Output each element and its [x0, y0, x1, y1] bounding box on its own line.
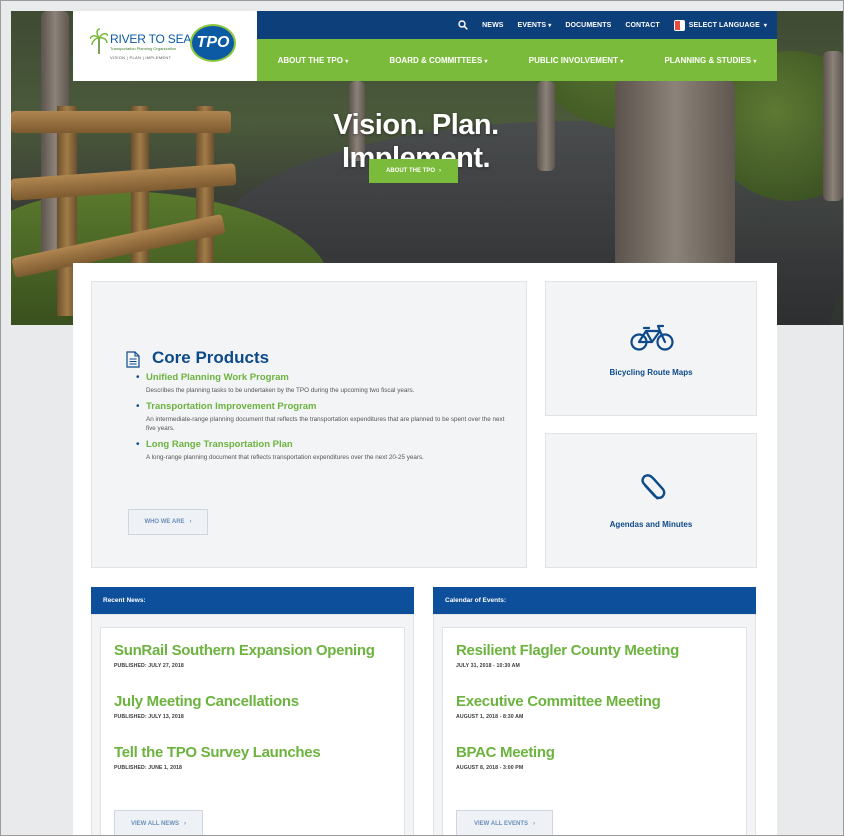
who-we-are-button-label: WHO WE ARE — [144, 519, 185, 525]
main-nav: ABOUT THE TPO ▾ BOARD & COMMITTEES ▾ PUB… — [257, 39, 777, 81]
bicycle-icon — [630, 324, 674, 351]
chevron-down-icon: ▾ — [620, 58, 624, 65]
document-icon — [126, 351, 140, 368]
search-icon[interactable] — [458, 20, 468, 30]
google-translate-icon — [673, 19, 685, 31]
utility-link-contact[interactable]: CONTACT — [625, 22, 659, 29]
event-date-time: JULY 31, 2018 - 10:30 AM — [456, 663, 520, 669]
calendar-of-events-panel: Resilient Flagler County Meeting JULY 31… — [433, 614, 756, 835]
news-title-link[interactable]: SunRail Southern Expansion Opening — [114, 642, 375, 659]
view-all-news-button[interactable]: VIEW ALL NEWS › — [114, 810, 203, 835]
recent-news-heading: Recent News: — [91, 587, 414, 614]
nav-item-board-committees[interactable]: BOARD & COMMITTEES ▾ — [389, 56, 487, 65]
utility-link-news[interactable]: NEWS — [482, 22, 503, 29]
core-product-link[interactable]: Unified Planning Work Program — [146, 372, 506, 383]
nav-item-planning-studies[interactable]: PLANNING & STUDIES ▾ — [664, 56, 756, 65]
recent-news-panel: SunRail Southern Expansion Opening PUBLI… — [91, 614, 414, 835]
core-product-link[interactable]: Long Range Transportation Plan — [146, 439, 506, 450]
core-products-title: Core Products — [152, 348, 270, 367]
view-all-news-button-label: VIEW ALL NEWS — [131, 821, 179, 827]
logo-tagline: Transportation Planning Organization — [110, 46, 177, 51]
event-date-time: AUGUST 8, 2018 - 3:00 PM — [456, 765, 524, 771]
agendas-and-minutes-card[interactable]: Agendas and Minutes — [545, 433, 757, 568]
about-the-tpo-button-label: ABOUT THE TPO — [386, 168, 435, 174]
chevron-down-icon: ▾ — [484, 58, 488, 65]
chevron-down-icon: ▾ — [345, 58, 349, 65]
list-item: SunRail Southern Expansion Opening PUBLI… — [114, 642, 375, 669]
chevron-down-icon: ▾ — [753, 58, 757, 65]
recent-news-list: SunRail Southern Expansion Opening PUBLI… — [100, 627, 405, 835]
list-item: BPAC Meeting AUGUST 8, 2018 - 3:00 PM — [456, 744, 555, 771]
agendas-and-minutes-label: Agendas and Minutes — [609, 520, 693, 529]
utility-nav: NEWS EVENTS ▾ DOCUMENTS CONTACT SELECT L… — [257, 11, 777, 39]
site-logo-link[interactable]: RIVER TO SEA Transportation Planning Org… — [73, 11, 257, 81]
core-product-description: A long-range planning document that refl… — [146, 454, 424, 461]
list-item: Transportation Improvement Program An in… — [136, 401, 506, 433]
news-title-link[interactable]: July Meeting Cancellations — [114, 693, 299, 710]
events-list: Resilient Flagler County Meeting JULY 31… — [442, 627, 747, 835]
nav-item-label: ABOUT THE TPO — [277, 55, 343, 65]
news-published-date: PUBLISHED: JUNE 1, 2018 — [114, 765, 183, 771]
utility-link-events-label: EVENTS — [517, 21, 547, 29]
bicycling-route-maps-card[interactable]: Bicycling Route Maps — [545, 281, 757, 416]
event-title-link[interactable]: Executive Committee Meeting — [456, 693, 661, 710]
core-products-list: Unified Planning Work Program Describes … — [136, 372, 506, 468]
logo-brand-text: RIVER TO SEA — [110, 32, 192, 46]
paperclip-icon — [641, 474, 666, 500]
chevron-right-icon: › — [189, 519, 192, 525]
list-item: Resilient Flagler County Meeting JULY 31… — [456, 642, 679, 669]
calendar-of-events-heading: Calendar of Events: — [433, 587, 756, 614]
language-selector-label: SELECT LANGUAGE — [688, 21, 760, 29]
logo-tpo-mark: TPO — [190, 24, 236, 62]
list-item: Tell the TPO Survey Launches PUBLISHED: … — [114, 744, 321, 771]
nav-item-label: PUBLIC INVOLVEMENT — [528, 55, 618, 65]
news-published-date: PUBLISHED: JULY 27, 2018 — [114, 663, 184, 669]
core-product-description: Describes the planning tasks to be under… — [146, 387, 415, 394]
hero-fence-post — [131, 106, 149, 286]
core-product-description: An intermediate-range planning document … — [146, 416, 505, 432]
event-title-link[interactable]: BPAC Meeting — [456, 744, 555, 761]
who-we-are-button[interactable]: WHO WE ARE › — [128, 509, 208, 535]
logo-motto: VISION | PLAN | IMPLEMENT — [110, 55, 172, 60]
chevron-right-icon: › — [533, 821, 535, 827]
list-item: July Meeting Cancellations PUBLISHED: JU… — [114, 693, 299, 720]
hero-fence-rail — [11, 111, 231, 133]
chevron-down-icon: ▾ — [548, 22, 552, 29]
event-date-time: AUGUST 1, 2018 - 8:30 AM — [456, 714, 524, 720]
event-title-link[interactable]: Resilient Flagler County Meeting — [456, 642, 679, 659]
news-published-date: PUBLISHED: JULY 13, 2018 — [114, 714, 184, 720]
hero-tree-trunk — [823, 51, 843, 201]
list-item: Unified Planning Work Program Describes … — [136, 372, 506, 395]
list-item: Long Range Transportation Plan A long-ra… — [136, 439, 506, 462]
language-selector[interactable]: SELECT LANGUAGE ▾ — [673, 19, 767, 31]
core-products-card: Core Products Unified Planning Work Prog… — [91, 281, 527, 568]
nav-item-about-the-tpo[interactable]: ABOUT THE TPO ▾ — [278, 56, 349, 65]
about-the-tpo-button[interactable]: ABOUT THE TPO › — [369, 159, 458, 183]
bicycling-route-maps-label: Bicycling Route Maps — [609, 368, 693, 377]
palm-tree-icon — [90, 28, 108, 54]
nav-item-label: PLANNING & STUDIES — [664, 55, 752, 65]
main-content: Core Products Unified Planning Work Prog… — [73, 263, 777, 835]
site-logo: RIVER TO SEA Transportation Planning Org… — [90, 24, 240, 68]
core-product-link[interactable]: Transportation Improvement Program — [146, 401, 506, 412]
chevron-right-icon: › — [439, 168, 441, 174]
view-all-events-button-label: VIEW ALL EVENTS — [473, 821, 528, 827]
view-all-events-button[interactable]: VIEW ALL EVENTS › — [456, 810, 553, 835]
news-title-link[interactable]: Tell the TPO Survey Launches — [114, 744, 321, 761]
utility-link-events[interactable]: EVENTS ▾ — [518, 22, 552, 29]
chevron-right-icon: › — [184, 821, 186, 827]
chevron-down-icon: ▾ — [763, 22, 767, 29]
browser-frame: RIVER TO SEA Transportation Planning Org… — [0, 0, 844, 836]
utility-link-documents[interactable]: DOCUMENTS — [565, 22, 611, 29]
nav-item-label: BOARD & COMMITTEES — [389, 55, 483, 65]
nav-item-public-involvement[interactable]: PUBLIC INVOLVEMENT ▾ — [529, 56, 623, 65]
list-item: Executive Committee Meeting AUGUST 1, 20… — [456, 693, 661, 720]
